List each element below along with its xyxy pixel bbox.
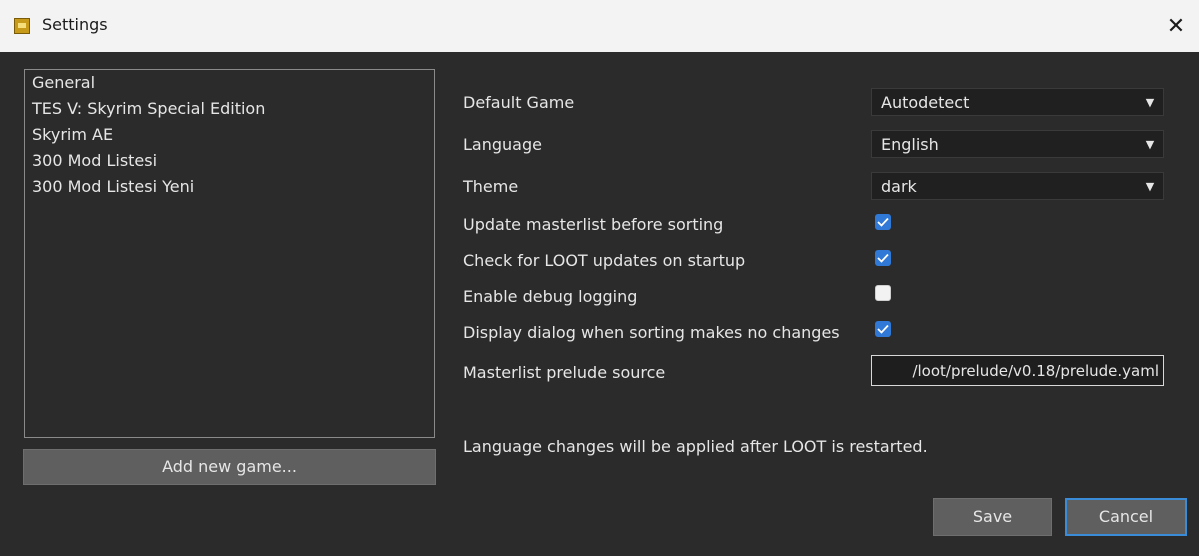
language-select[interactable]: English ▼ [871, 130, 1164, 158]
checkmark-icon [877, 217, 889, 227]
save-button[interactable]: Save [933, 498, 1052, 536]
debug-logging-label: Enable debug logging [463, 286, 638, 306]
theme-label: Theme [463, 176, 519, 196]
close-button[interactable]: ✕ [1153, 0, 1199, 52]
language-label: Language [463, 134, 542, 154]
update-masterlist-checkbox[interactable] [875, 214, 891, 230]
debug-logging-checkbox[interactable] [875, 285, 891, 301]
sort-dialog-label: Display dialog when sorting makes no cha… [463, 322, 840, 342]
chevron-down-icon: ▼ [1145, 179, 1155, 193]
close-icon: ✕ [1166, 13, 1186, 39]
game-list-item[interactable]: 300 Mod Listesi [25, 148, 434, 174]
default-game-select[interactable]: Autodetect ▼ [871, 88, 1164, 116]
restart-note: Language changes will be applied after L… [463, 437, 928, 456]
language-value: English [881, 134, 939, 154]
check-updates-checkbox[interactable] [875, 250, 891, 266]
update-masterlist-label: Update masterlist before sorting [463, 214, 724, 234]
cancel-button[interactable]: Cancel [1065, 498, 1187, 536]
title-bar: Settings ✕ [0, 0, 1199, 52]
default-game-label: Default Game [463, 92, 575, 112]
game-list-item[interactable]: General [25, 70, 434, 96]
check-updates-label: Check for LOOT updates on startup [463, 250, 746, 270]
sort-dialog-checkbox[interactable] [875, 321, 891, 337]
default-game-value: Autodetect [881, 92, 970, 112]
chevron-down-icon: ▼ [1145, 95, 1155, 109]
game-list[interactable]: General TES V: Skyrim Special Edition Sk… [24, 69, 435, 438]
window-title: Settings [42, 15, 108, 34]
theme-value: dark [881, 176, 917, 196]
update-masterlist-row: Update masterlist before sorting [463, 207, 723, 241]
checkmark-icon [877, 253, 889, 263]
checkmark-icon [877, 324, 889, 334]
app-icon [14, 18, 30, 34]
default-game-row: Default Game [463, 85, 574, 119]
theme-row: Theme [463, 169, 518, 203]
prelude-source-row: Masterlist prelude source [463, 355, 665, 389]
settings-content: General TES V: Skyrim Special Edition Sk… [6, 52, 1193, 556]
prelude-source-label: Masterlist prelude source [463, 362, 666, 382]
chevron-down-icon: ▼ [1145, 137, 1155, 151]
add-new-game-button[interactable]: Add new game... [23, 449, 436, 485]
game-list-item[interactable]: Skyrim AE [25, 122, 434, 148]
language-row: Language [463, 127, 542, 161]
debug-logging-row: Enable debug logging [463, 279, 637, 313]
game-list-item[interactable]: TES V: Skyrim Special Edition [25, 96, 434, 122]
sort-dialog-row: Display dialog when sorting makes no cha… [463, 315, 840, 349]
game-list-item[interactable]: 300 Mod Listesi Yeni [25, 174, 434, 200]
prelude-source-value: /loot/prelude/v0.18/prelude.yaml [912, 361, 1159, 380]
theme-select[interactable]: dark ▼ [871, 172, 1164, 200]
prelude-source-input[interactable]: /loot/prelude/v0.18/prelude.yaml [871, 355, 1164, 386]
check-updates-row: Check for LOOT updates on startup [463, 243, 745, 277]
